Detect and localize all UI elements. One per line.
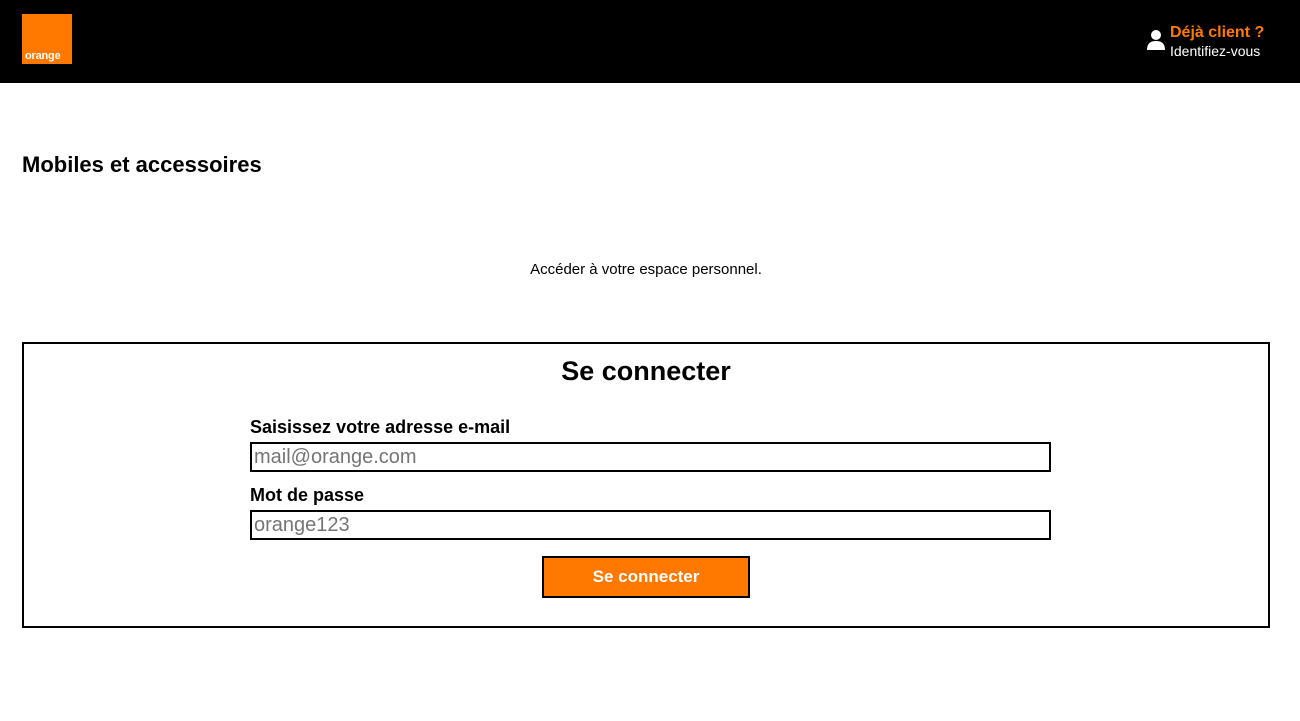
- password-field[interactable]: [250, 510, 1051, 540]
- login-title: Se connecter: [561, 356, 731, 386]
- password-label: Mot de passe: [250, 485, 365, 505]
- page-title: Mobiles et accessoires: [22, 152, 262, 177]
- account-subtitle: Identifiez-vous: [1170, 43, 1261, 59]
- login-button[interactable]: Se connecter: [542, 556, 750, 598]
- email-field[interactable]: [250, 442, 1051, 472]
- user-icon: [1147, 30, 1165, 50]
- top-bar: orange Déjà client ? Identifiez-vous: [0, 0, 1300, 83]
- logo-text: orange: [25, 50, 61, 62]
- account-title: Déjà client ?: [1170, 24, 1265, 41]
- orange-logo[interactable]: orange: [22, 14, 72, 64]
- intro-text: Accéder à votre espace personnel.: [530, 261, 762, 278]
- email-label: Saisissez votre adresse e-mail: [250, 417, 511, 437]
- login-form: Se connecter Saisissez votre adresse e-m…: [22, 342, 1270, 628]
